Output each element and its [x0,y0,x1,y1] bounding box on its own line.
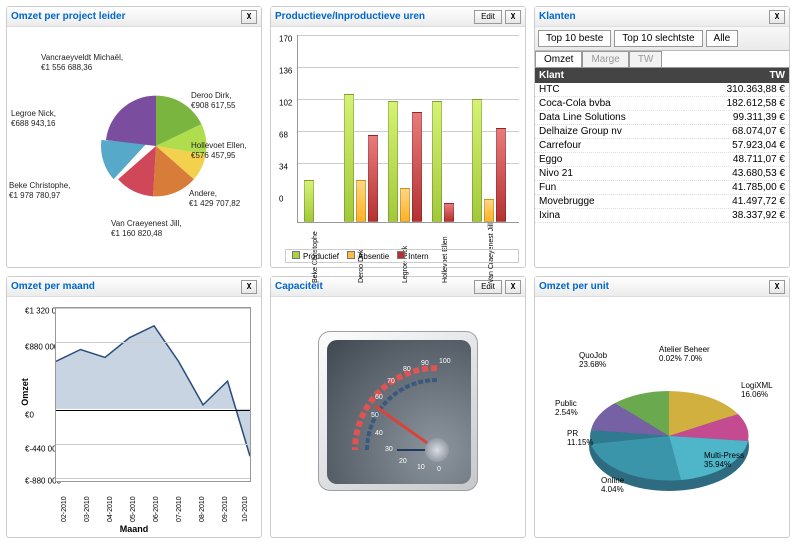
close-button[interactable]: X [241,10,257,24]
gauge-hub-icon [425,438,449,462]
table-row[interactable]: Coca-Cola bvba182.612,58 € [535,97,789,111]
table-row[interactable]: Eggo48.711,07 € [535,153,789,167]
close-button[interactable]: X [505,10,521,24]
table-row[interactable]: Data Line Solutions99.311,39 € [535,111,789,125]
pie-label: Deroo Dirk,€908 617,55 [191,91,236,111]
panel-title: Omzet per maand [11,281,95,292]
pie-label: Legroe Nick,€688 943,16 [11,109,56,129]
klanten-tabs: Top 10 beste Top 10 slechtste Alle [535,27,789,51]
klanten-table: KlantTW HTC310.363,88 €Coca-Cola bvba182… [535,68,789,223]
table-row[interactable]: Carrefour57.923,04 € [535,139,789,153]
close-button[interactable]: X [769,10,785,24]
subtab-omzet[interactable]: Omzet [535,51,582,67]
gauge-capaciteit: 0 10 20 30 40 50 60 70 80 90 100 [318,331,478,491]
table-row[interactable]: Movebrugge41.497,72 € [535,195,789,209]
pie-label: Beke Christophe,€1 978 780,97 [9,181,70,201]
panel-productieve-uren: Productieve/Inproductieve uren Edit X 17… [270,6,526,268]
panel-klanten: Klanten X Top 10 beste Top 10 slechtste … [534,6,790,268]
table-row[interactable]: Nivo 2143.680,53 € [535,167,789,181]
panel-omzet-project-leider: Omzet per project leider X Vancraeyveldt… [6,6,262,268]
panel-title: Productieve/Inproductieve uren [275,11,425,22]
table-row[interactable]: Fun41.785,00 € [535,181,789,195]
table-row[interactable]: HTC310.363,88 € [535,83,789,97]
pie-chart-omzet-unit: QuoJob23.68% Public2.54% PR11.15% Online… [539,301,785,533]
tab-alle[interactable]: Alle [706,30,739,47]
line-chart-omzet: 02-2010 03-2010 04-2010 05-2010 06-2010 … [55,307,251,482]
tab-top10-beste[interactable]: Top 10 beste [538,30,611,47]
subtab-tw[interactable]: TW [629,51,663,67]
subtab-marge[interactable]: Marge [582,51,628,67]
pie-label: Hollevoet Ellen,€576 457,95 [191,141,247,161]
panel-title: Omzet per unit [539,281,609,292]
pie-chart-omzet-leider: Vancraeyveldt Michaël,€1 556 688,36 Legr… [11,31,257,263]
panel-omzet-maand: Omzet per maand X Omzet Maand €1 320 000… [6,276,262,538]
panel-capaciteit: Capaciteit Edit X 0 10 20 30 [270,276,526,538]
panel-omzet-unit: Omzet per unit X QuoJob23 [534,276,790,538]
pie-label: Andere,€1 429 707,82 [189,189,240,209]
close-button[interactable]: X [241,280,257,294]
edit-button[interactable]: Edit [474,10,502,24]
close-button[interactable]: X [505,280,521,294]
bar-legend: Productief Absentie Intern [285,249,519,263]
panel-title: Klanten [539,11,576,22]
tab-top10-slechtste[interactable]: Top 10 slechtste [614,30,702,47]
panel-title: Omzet per project leider [11,11,125,22]
x-axis-label: Maand [120,524,149,534]
table-row[interactable]: Delhaize Group nv68.074,07 € [535,125,789,139]
table-row[interactable]: Ixina38.337,92 € [535,209,789,223]
close-button[interactable]: X [769,280,785,294]
y-axis-label: Omzet [20,378,30,406]
pie-label: Vancraeyveldt Michaël,€1 556 688,36 [41,53,123,73]
pie-label: Van Craeyenest Jill,€1 160 820,48 [111,219,182,239]
